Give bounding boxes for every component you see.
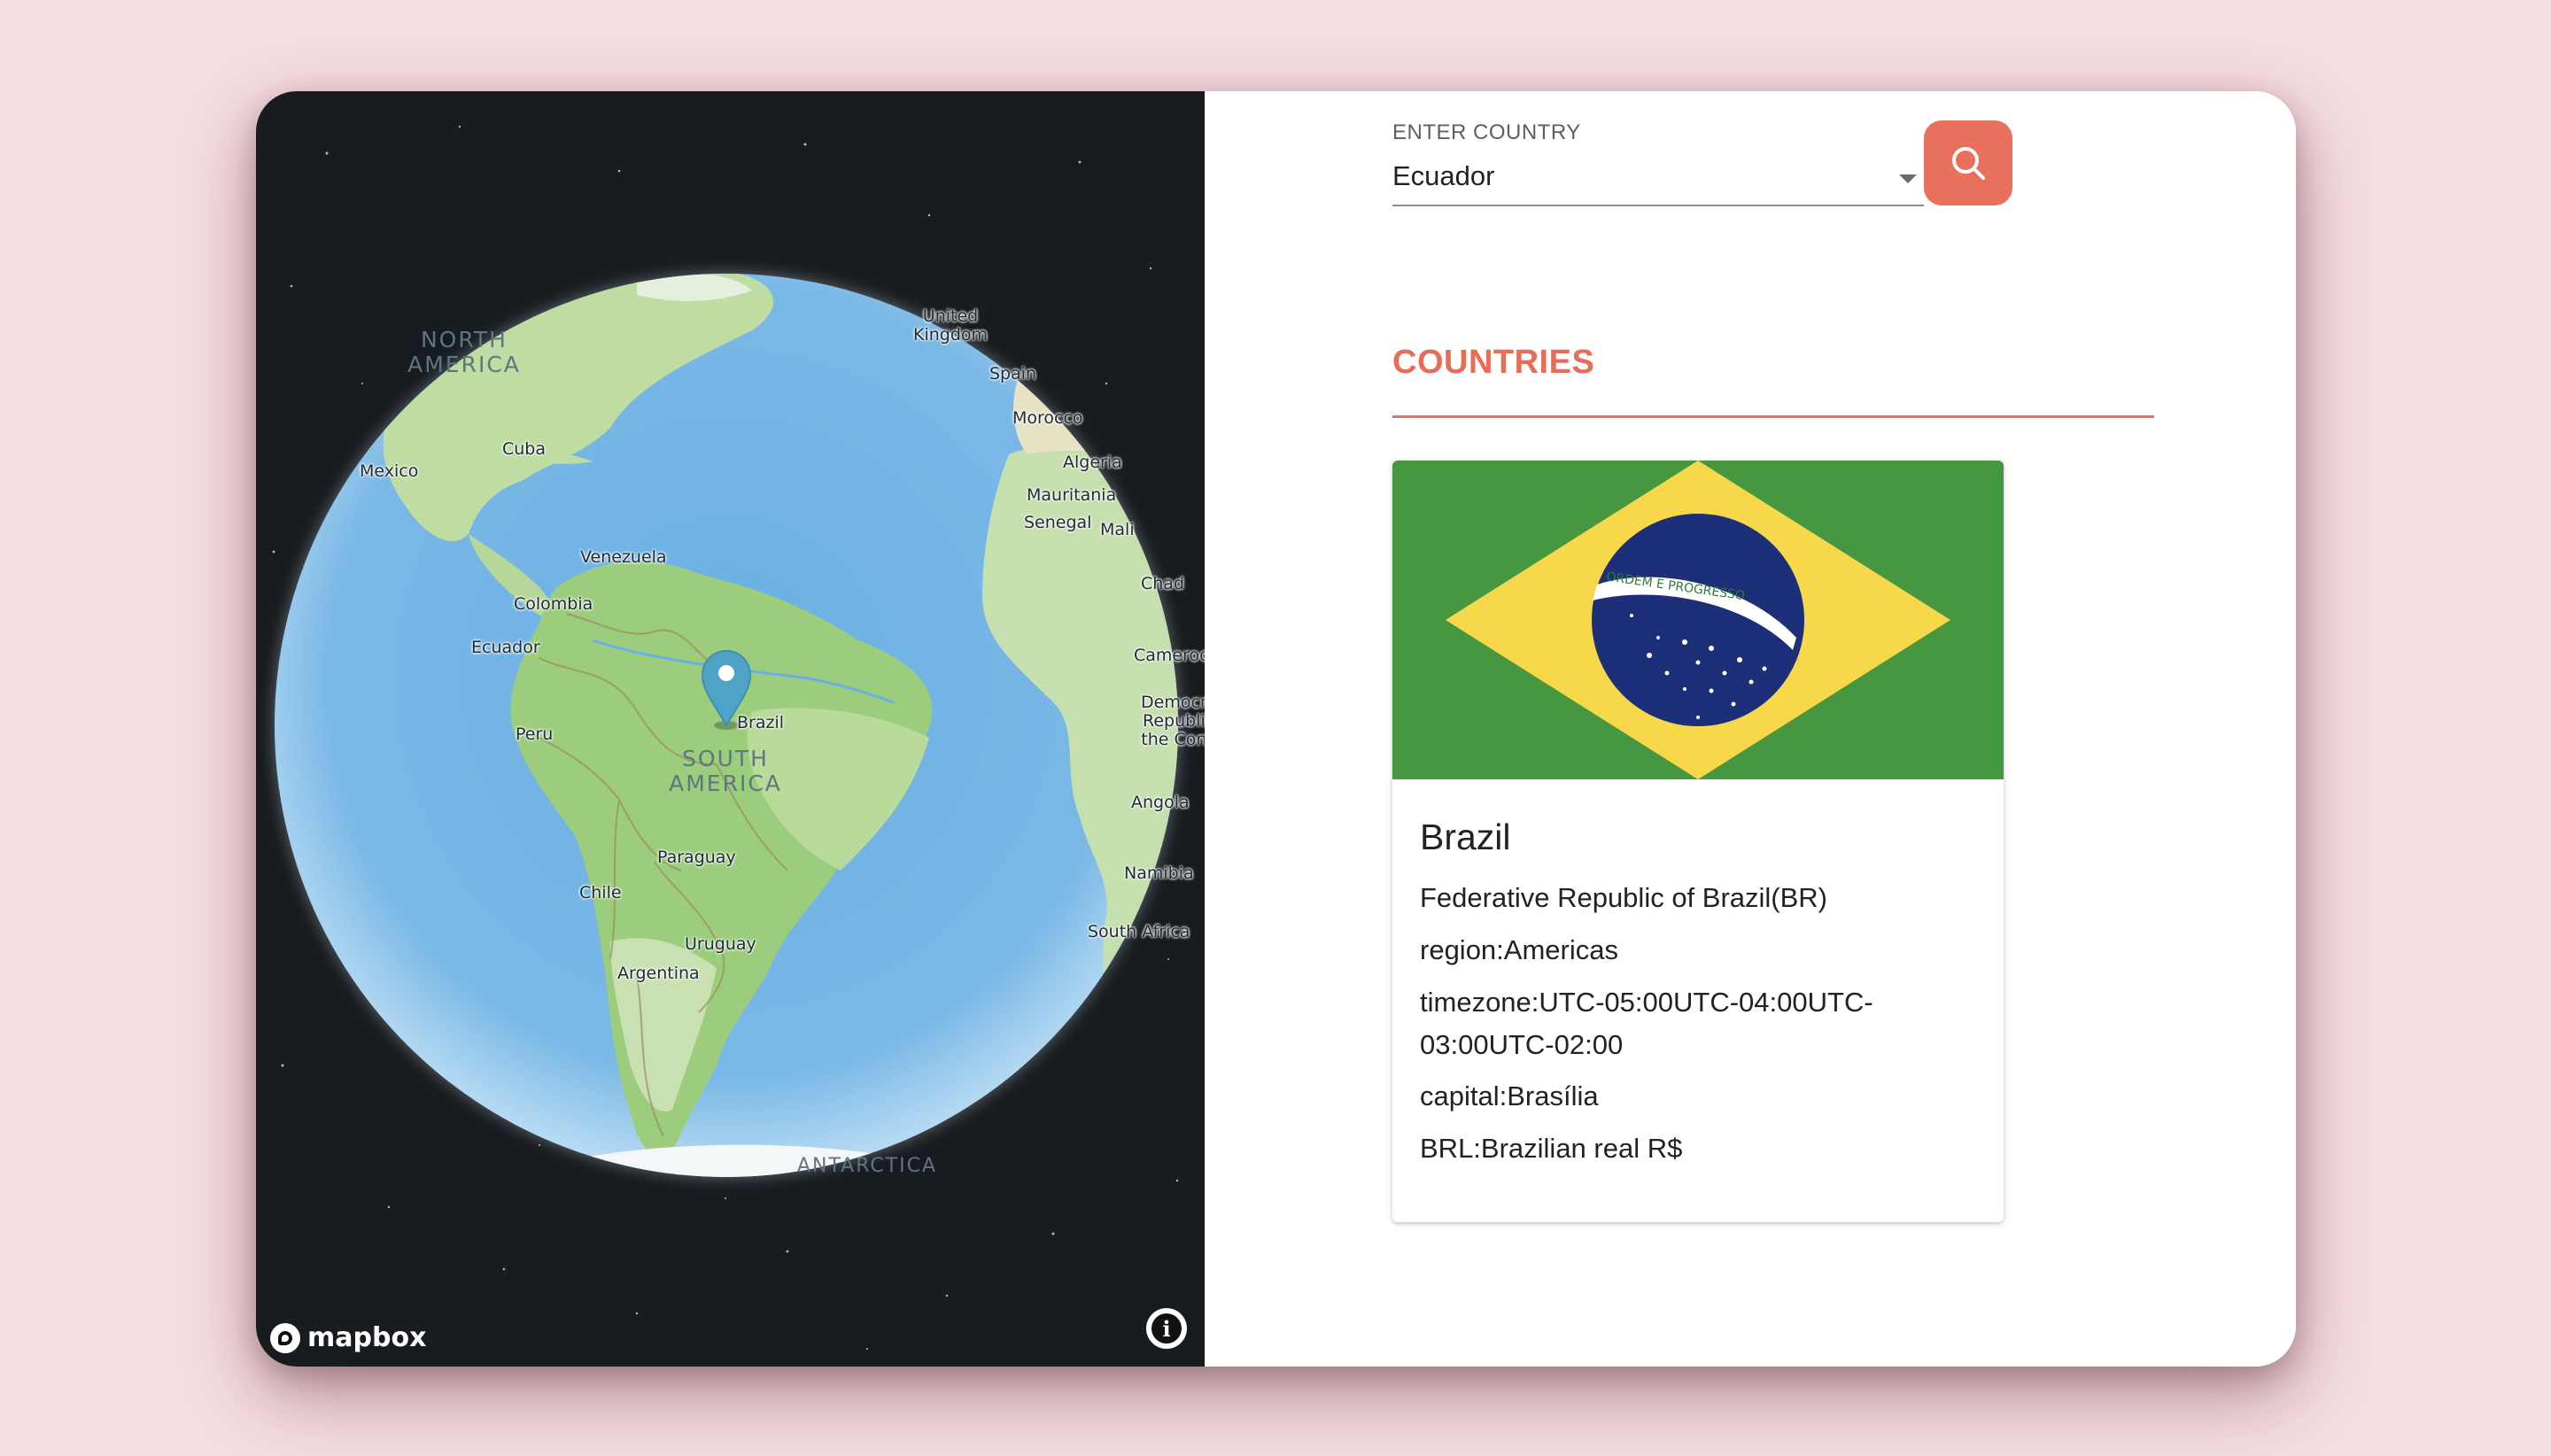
map-label-chad: Chad [1141,574,1185,593]
map-label-senegal: Senegal [1024,513,1092,532]
continent-label-north-america: NORTH AMERICA [407,327,521,377]
map-label-united-kingdom: United Kingdom [913,306,989,345]
chevron-down-icon[interactable] [1899,174,1917,183]
map-label-mexico: Mexico [360,461,419,481]
map-label-chile: Chile [579,883,622,902]
country-region: region:Americas [1420,934,1618,965]
globe-graphic[interactable] [256,91,1205,1367]
mapbox-logo-text: mapbox [307,1322,427,1353]
country-capital: capital:Brasília [1420,1080,1599,1111]
map-label-brazil: Brazil [737,713,785,732]
map-label-venezuela: Venezuela [580,547,667,567]
map-label-mali: Mali [1100,520,1135,539]
country-panel: ENTER COUNTRY Ecuador COUNTRIES ORDEM E … [1205,91,2296,1367]
mapbox-logo-icon [270,1322,300,1353]
map-label-morocco: Morocco [1012,408,1083,428]
country-select[interactable]: Ecuador [1392,155,1924,206]
continent-label-antarctica: ANTARCTICA [796,1155,938,1177]
country-flag-image: ORDEM E PROGRESSO [1392,461,2004,779]
map-label-cuba: Cuba [502,439,547,459]
map-label-namibia: Namibia [1124,864,1194,883]
country-select-value: Ecuador [1392,160,1495,191]
map-label-ecuador: Ecuador [471,638,540,657]
country-name: Brazil [1420,817,1511,857]
map-label-cameroon: Cameroo [1134,646,1205,665]
mapbox-logo[interactable]: mapbox [270,1322,426,1353]
map-label-algeria: Algeria [1063,453,1122,472]
country-official-name: Federative Republic of Brazil(BR) [1420,882,1828,913]
info-icon: i [1151,1313,1182,1344]
map-label-colombia: Colombia [514,594,593,614]
app-window: NORTH AMERICA SOUTH AMERICA ANTARCTICA U… [256,91,2296,1367]
country-currency: BRL:Brazilian real R$ [1420,1133,1683,1164]
map-label-mauritania: Mauritania [1027,485,1117,505]
country-timezone: timezone:UTC-05:00UTC-04:00UTC-03:00UTC-… [1420,987,1873,1060]
country-card[interactable]: ORDEM E PROGRESSO Brazil Federative Repu… [1392,461,2004,1222]
map-label-drc: Democr Republi the Con [1141,693,1205,749]
country-input-label: ENTER COUNTRY [1392,120,1581,144]
map-label-peru: Peru [516,724,554,744]
map-label-paraguay: Paraguay [657,848,736,867]
section-title: COUNTRIES [1392,344,1595,381]
map-label-uruguay: Uruguay [685,934,756,954]
map-label-angola: Angola [1131,793,1190,812]
map-label-spain: Spain [989,364,1037,383]
attribution-info-button[interactable]: i [1146,1308,1187,1349]
map-label-argentina: Argentina [617,964,700,983]
map-label-south-africa: South Africa [1088,922,1190,941]
section-divider [1392,415,2154,418]
search-icon [1952,147,1985,180]
globe-map[interactable]: NORTH AMERICA SOUTH AMERICA ANTARCTICA U… [256,91,1205,1367]
continent-label-south-america: SOUTH AMERICA [669,746,782,796]
search-button[interactable] [1924,120,2012,205]
